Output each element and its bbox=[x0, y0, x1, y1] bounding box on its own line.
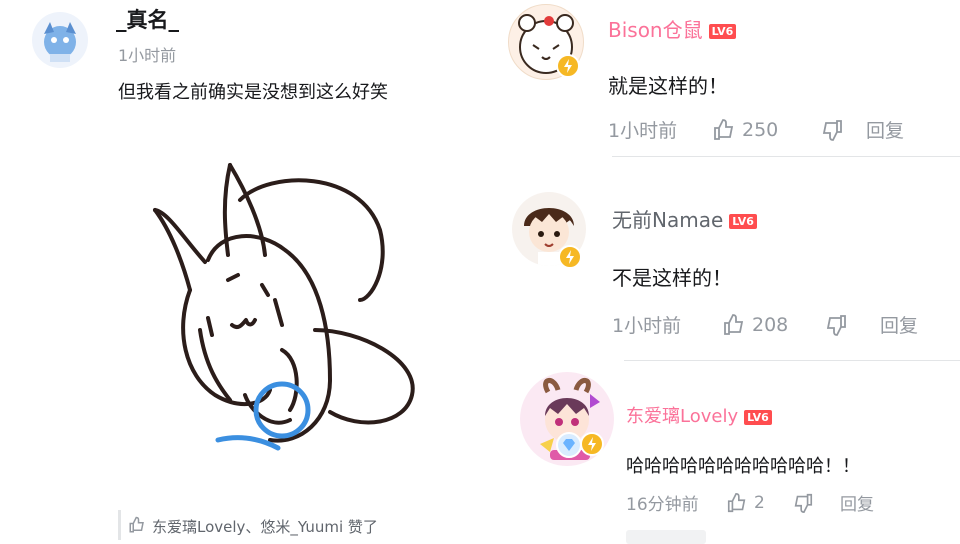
reply-text: 不是这样的！ bbox=[612, 266, 732, 290]
left-avatar[interactable] bbox=[32, 12, 88, 68]
reply-time: 16分钟前 bbox=[626, 495, 699, 515]
diamond-badge-icon bbox=[556, 432, 582, 458]
reply-meta: 1小时前 208 回复 bbox=[612, 311, 918, 338]
reply-button[interactable]: 回复 bbox=[866, 116, 904, 143]
thumbs-up-icon bbox=[726, 492, 748, 514]
reply-text: 哈哈哈哈哈哈哈哈哈哈哈！！ bbox=[626, 456, 860, 477]
thumbs-down-icon[interactable] bbox=[820, 118, 866, 142]
reply-username-text[interactable]: 东爱璃Lovely bbox=[626, 406, 738, 427]
reply-username[interactable]: 东爱璃Lovely LV6 bbox=[626, 402, 772, 428]
reply-meta: 1小时前 250 回复 bbox=[608, 116, 904, 143]
like-button[interactable]: 208 bbox=[722, 313, 824, 337]
reply-time: 1小时前 bbox=[608, 120, 678, 142]
left-comment-text: 但我看之前确实是没想到这么好笑 bbox=[118, 82, 388, 103]
comment-sketch-image[interactable] bbox=[140, 150, 430, 460]
left-username[interactable]: _真名_ bbox=[116, 4, 179, 34]
thumbs-up-icon bbox=[128, 516, 146, 534]
level-badge: LV6 bbox=[708, 24, 737, 39]
verified-lightning-icon bbox=[558, 245, 582, 269]
reply-button[interactable]: 回复 bbox=[840, 490, 874, 515]
thumbs-down-icon[interactable] bbox=[792, 492, 840, 514]
liked-by-text: 东爱璃Lovely、悠米_Yuumi 赞了 bbox=[152, 518, 378, 536]
verified-lightning-icon bbox=[580, 432, 604, 456]
reply-username-text[interactable]: Bison仓鼠 bbox=[608, 18, 703, 42]
thumbs-up-icon bbox=[712, 118, 736, 142]
reply-text: 就是这样的！ bbox=[608, 74, 728, 98]
like-button[interactable]: 250 bbox=[712, 118, 820, 142]
reply-button[interactable]: 回复 bbox=[880, 311, 918, 338]
reply-divider bbox=[612, 156, 960, 157]
verified-lightning-icon bbox=[556, 54, 580, 78]
reply-username[interactable]: Bison仓鼠 LV6 bbox=[608, 14, 737, 43]
like-button[interactable]: 2 bbox=[726, 492, 792, 514]
reply-time: 1小时前 bbox=[612, 315, 682, 337]
level-badge: LV6 bbox=[744, 409, 772, 425]
reply-username[interactable]: 无前Namae LV6 bbox=[612, 204, 757, 233]
like-count: 250 bbox=[742, 118, 779, 141]
partial-tag bbox=[626, 530, 706, 544]
like-count: 208 bbox=[752, 313, 789, 336]
level-badge: LV6 bbox=[729, 214, 757, 229]
thumbs-up-icon bbox=[722, 313, 746, 337]
like-count: 2 bbox=[754, 492, 765, 513]
reply-divider bbox=[624, 360, 960, 361]
reply-username-text[interactable]: 无前Namae bbox=[612, 208, 723, 232]
left-time: 1小时前 bbox=[118, 46, 177, 65]
reply-meta: 16分钟前 2 回复 bbox=[626, 490, 874, 516]
thumbs-down-icon[interactable] bbox=[824, 313, 880, 337]
